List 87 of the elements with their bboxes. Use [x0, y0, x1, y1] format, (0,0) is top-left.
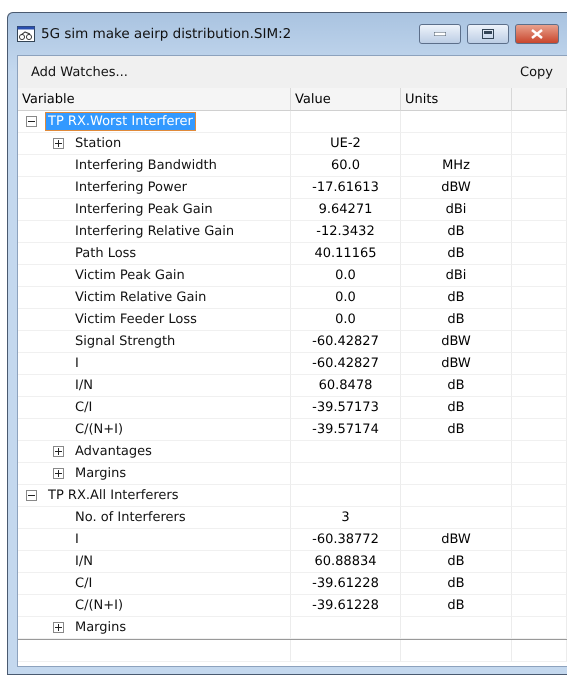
- table-cell: dB: [401, 221, 512, 243]
- table-cell: -39.61228: [291, 573, 401, 595]
- tree-item[interactable]: I: [73, 355, 81, 372]
- table-cell: dB: [401, 375, 512, 397]
- table-cell: 9.64271: [291, 199, 401, 221]
- tree-item[interactable]: Interfering Bandwidth: [73, 157, 219, 174]
- tree-item[interactable]: C/(N+I): [73, 421, 126, 438]
- table-cell: dBW: [401, 331, 512, 353]
- tree-item[interactable]: Path Loss: [73, 245, 138, 262]
- copy-menu[interactable]: Copy: [520, 64, 553, 80]
- table-cell: dBi: [401, 199, 512, 221]
- minus-icon: [28, 492, 35, 499]
- table-cell: [512, 617, 567, 639]
- window-title: 5G sim make aeirp distribution.SIM:2: [41, 26, 292, 42]
- tree-item[interactable]: No. of Interferers: [73, 509, 188, 526]
- tree-item[interactable]: Advantages: [73, 443, 154, 460]
- add-watches-menu[interactable]: Add Watches...: [31, 64, 128, 80]
- table-cell: dB: [401, 287, 512, 309]
- table-cell: -17.61613: [291, 177, 401, 199]
- tree-item[interactable]: Margins: [73, 619, 128, 636]
- close-button[interactable]: [515, 24, 559, 44]
- table-cell: dB: [401, 573, 512, 595]
- tree-item[interactable]: I: [73, 531, 81, 548]
- column-header[interactable]: Units: [401, 88, 512, 111]
- tree-item[interactable]: Interfering Relative Gain: [73, 223, 236, 240]
- tree-item[interactable]: C/I: [73, 399, 94, 416]
- expand-toggle[interactable]: [53, 138, 64, 149]
- close-icon: [531, 29, 543, 39]
- table-cell: dB: [401, 309, 512, 331]
- table-cell: 60.88834: [291, 551, 401, 573]
- table-cell: dBW: [401, 529, 512, 551]
- table-cell: dBW: [401, 353, 512, 375]
- expand-toggle[interactable]: [53, 622, 64, 633]
- table-cell: dB: [401, 419, 512, 441]
- expand-toggle[interactable]: [53, 468, 64, 479]
- table-cell: -39.57174: [291, 419, 401, 441]
- tree-item[interactable]: Victim Relative Gain: [73, 289, 208, 306]
- table-cell: dB: [401, 551, 512, 573]
- table-cell: -60.42827: [291, 353, 401, 375]
- plus-icon: [55, 448, 62, 455]
- table-cell: -39.61228: [291, 595, 401, 617]
- minus-icon: [28, 118, 35, 125]
- expand-toggle[interactable]: [53, 446, 64, 457]
- minimize-button[interactable]: [419, 24, 461, 44]
- tree-item[interactable]: Victim Feeder Loss: [73, 311, 199, 328]
- table-cell: MHz: [401, 155, 512, 177]
- tree-item[interactable]: I/N: [73, 377, 95, 394]
- tree-item[interactable]: Interfering Power: [73, 179, 189, 196]
- table-cell: 60.0: [291, 155, 401, 177]
- table-cell: -12.3432: [291, 221, 401, 243]
- minimize-icon: [434, 32, 446, 36]
- table-cell: 3: [291, 507, 401, 529]
- tree-item[interactable]: C/I: [73, 575, 94, 592]
- tree-item[interactable]: TP RX.All Interferers: [46, 487, 180, 504]
- table-cell: -60.42827: [291, 331, 401, 353]
- table-cell: 60.8478: [291, 375, 401, 397]
- table-cell: dBW: [401, 177, 512, 199]
- plus-icon: [55, 470, 62, 477]
- tree-item[interactable]: I/N: [73, 553, 95, 570]
- table-cell: UE-2: [291, 133, 401, 155]
- chart-window-icon: [17, 26, 35, 42]
- table-cell: dB: [401, 595, 512, 617]
- plus-icon: [55, 624, 62, 631]
- column-header[interactable]: Variable: [18, 88, 291, 111]
- table-cell: 0.0: [291, 309, 401, 331]
- tree-item[interactable]: C/(N+I): [73, 597, 126, 614]
- table-cell: -60.38772: [291, 529, 401, 551]
- table-cell: 40.11165: [291, 243, 401, 265]
- table-cell: 0.0: [291, 287, 401, 309]
- column-header[interactable]: Value: [291, 88, 401, 111]
- table-cell: [512, 111, 567, 133]
- table-cell: dBi: [401, 265, 512, 287]
- table-cell: [512, 640, 567, 662]
- collapse-toggle[interactable]: [26, 490, 37, 501]
- tree-item[interactable]: Margins: [73, 465, 128, 482]
- tree-item[interactable]: Victim Peak Gain: [73, 267, 187, 284]
- maximize-icon: [482, 29, 494, 39]
- table-cell: dB: [401, 397, 512, 419]
- tree-item[interactable]: Interfering Peak Gain: [73, 201, 215, 218]
- collapse-toggle[interactable]: [26, 116, 37, 127]
- tree-item[interactable]: Signal Strength: [73, 333, 178, 350]
- table-cell: 0.0: [291, 265, 401, 287]
- table-cell: dB: [401, 243, 512, 265]
- table-cell: -39.57173: [291, 397, 401, 419]
- plus-icon: [55, 140, 62, 147]
- tree-item[interactable]: Station: [73, 135, 124, 152]
- maximize-button[interactable]: [467, 24, 509, 44]
